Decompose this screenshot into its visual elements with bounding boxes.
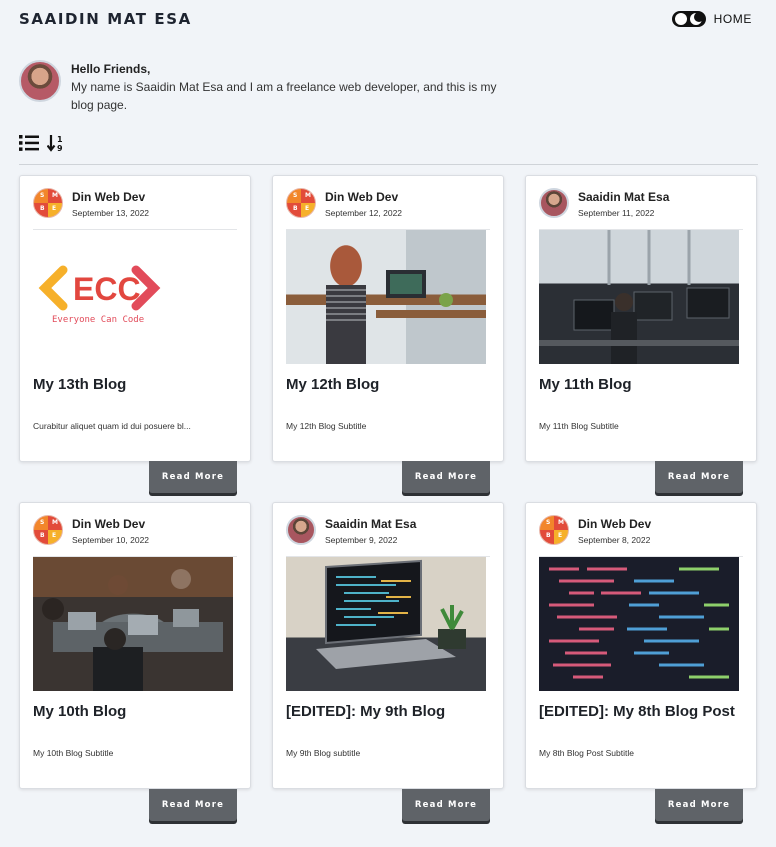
- post-title[interactable]: My 11th Blog: [539, 376, 748, 393]
- post-date: September 10, 2022: [72, 535, 150, 545]
- blog-card[interactable]: S M B E Din Web Dev September 8, 2022 [E…: [525, 502, 757, 789]
- section-divider: [19, 164, 758, 165]
- author-photo-avatar: [286, 515, 316, 545]
- card-header: S M B E Din Web Dev September 12, 2022: [286, 188, 402, 218]
- logo-letter: E: [52, 532, 57, 539]
- intro-greeting: Hello Friends,: [71, 62, 151, 76]
- home-link[interactable]: HOME: [714, 12, 752, 26]
- code-screen-photo: [539, 557, 739, 691]
- intro-message: My name is Saaidin Mat Esa and I am a fr…: [71, 80, 497, 112]
- ecc-logo-image: ECC Everyone Can Code: [33, 230, 233, 364]
- author-logo-avatar: S M B E: [286, 188, 316, 218]
- moon-knob: [689, 12, 704, 25]
- header-nav: HOME: [671, 11, 752, 27]
- post-title[interactable]: My 10th Blog: [33, 703, 242, 720]
- post-date: September 9, 2022: [325, 535, 398, 545]
- site-title[interactable]: SAAIDIN MAT ESA: [19, 10, 192, 28]
- blog-card[interactable]: S M B E Din Web Dev September 13, 2022 E…: [19, 175, 251, 462]
- post-subtitle: My 8th Blog Post Subtitle: [539, 748, 634, 758]
- read-more-button[interactable]: Read More: [149, 789, 237, 821]
- blog-card[interactable]: S M B E Din Web Dev September 12, 2022 M…: [272, 175, 504, 462]
- author-name: Saaidin Mat Esa: [578, 190, 670, 204]
- logo-letter: S: [546, 519, 551, 526]
- post-subtitle: My 12th Blog Subtitle: [286, 421, 367, 431]
- author-logo-avatar: S M B E: [33, 188, 63, 218]
- post-title[interactable]: [EDITED]: My 9th Blog: [286, 703, 495, 720]
- post-subtitle: My 10th Blog Subtitle: [33, 748, 114, 758]
- logo-letter: E: [305, 205, 310, 212]
- ecc-letters: ECC: [73, 271, 141, 307]
- author-logo-avatar: S M B E: [33, 515, 63, 545]
- office-computers-photo: [539, 230, 739, 364]
- card-header: Saaidin Mat Esa September 9, 2022: [286, 515, 416, 545]
- post-title[interactable]: My 12th Blog: [286, 376, 495, 393]
- logo-letter: S: [293, 192, 298, 199]
- card-header: S M B E Din Web Dev September 8, 2022: [539, 515, 651, 545]
- logo-letter: B: [40, 205, 45, 212]
- card-header: S M B E Din Web Dev September 10, 2022: [33, 515, 149, 545]
- site-header: SAAIDIN MAT ESA HOME: [19, 8, 752, 30]
- read-more-button[interactable]: Read More: [402, 789, 490, 821]
- ecc-tagline: Everyone Can Code: [52, 315, 144, 325]
- profile-avatar: [19, 60, 61, 102]
- card-header: Saaidin Mat Esa September 11, 2022: [539, 188, 669, 218]
- post-date: September 12, 2022: [325, 208, 403, 218]
- post-title[interactable]: [EDITED]: My 8th Blog Post: [539, 703, 748, 720]
- read-more-button[interactable]: Read More: [402, 461, 490, 493]
- post-subtitle: Curabitur aliquet quam id dui posuere bl…: [33, 421, 191, 431]
- team-meeting-photo: [33, 557, 233, 691]
- intro-text: Hello Friends, My name is Saaidin Mat Es…: [71, 60, 509, 114]
- sun-knob: [674, 13, 687, 25]
- logo-letter: B: [546, 532, 551, 539]
- logo-letter: S: [40, 192, 45, 199]
- logo-letter: E: [52, 205, 57, 212]
- post-subtitle: My 11th Blog Subtitle: [539, 421, 619, 431]
- intro-section: Hello Friends, My name is Saaidin Mat Es…: [19, 60, 509, 114]
- logo-letter: M: [305, 192, 311, 199]
- read-more-button[interactable]: Read More: [149, 461, 237, 493]
- read-more-button[interactable]: Read More: [655, 789, 743, 821]
- logo-letter: S: [40, 519, 45, 526]
- svg-text:1: 1: [57, 135, 63, 144]
- card-header: S M B E Din Web Dev September 13, 2022: [33, 188, 149, 218]
- logo-letter: B: [293, 205, 298, 212]
- theme-toggle-icon[interactable]: [671, 11, 706, 27]
- post-date: September 11, 2022: [578, 208, 655, 218]
- post-date: September 13, 2022: [72, 208, 150, 218]
- blog-card[interactable]: Saaidin Mat Esa September 11, 2022 My 11…: [525, 175, 757, 462]
- author-logo-avatar: S M B E: [539, 515, 569, 545]
- author-name: Din Web Dev: [325, 190, 399, 204]
- view-toolbar: 1 9: [19, 134, 67, 152]
- logo-letter: B: [40, 532, 45, 539]
- author-name: Din Web Dev: [72, 517, 146, 531]
- woman-laptop-cafe-photo: [286, 230, 486, 364]
- logo-letter: M: [558, 519, 564, 526]
- blog-card[interactable]: S M B E Din Web Dev September 10, 2022 M…: [19, 502, 251, 789]
- laptop-code-plant-photo: [286, 557, 486, 691]
- sort-numeric-icon[interactable]: 1 9: [47, 134, 67, 152]
- author-name: Din Web Dev: [72, 190, 146, 204]
- logo-letter: M: [52, 519, 58, 526]
- logo-letter: E: [558, 532, 563, 539]
- post-subtitle: My 9th Blog subtitle: [286, 748, 361, 758]
- list-view-icon[interactable]: [19, 134, 39, 152]
- svg-text:9: 9: [57, 144, 63, 152]
- logo-letter: M: [52, 192, 58, 199]
- blog-card[interactable]: Saaidin Mat Esa September 9, 2022 [EDITE…: [272, 502, 504, 789]
- author-photo-avatar: [539, 188, 569, 218]
- read-more-button[interactable]: Read More: [655, 461, 743, 493]
- author-name: Saaidin Mat Esa: [325, 517, 417, 531]
- post-date: September 8, 2022: [578, 535, 651, 545]
- post-title[interactable]: My 13th Blog: [33, 376, 242, 393]
- author-name: Din Web Dev: [578, 517, 652, 531]
